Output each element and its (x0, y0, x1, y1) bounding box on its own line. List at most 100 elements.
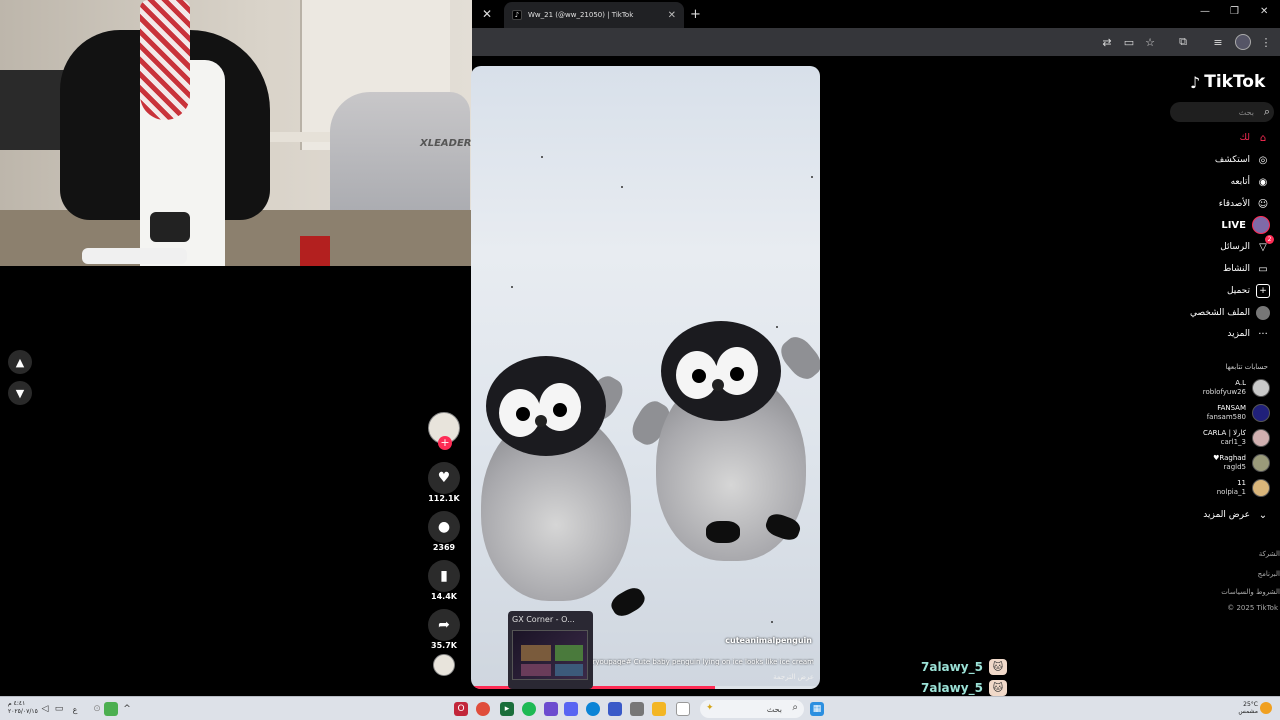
tray-overflow-icon[interactable]: ^ (120, 702, 134, 716)
chat-username: 7alawy_5 (921, 660, 983, 674)
account-username: fansam580 (1206, 413, 1246, 421)
taskbar-clock[interactable]: ٤:٤١ م ٢٠٢٥/٠٧/١٥ (8, 700, 38, 716)
video-action-column: + ♥ 112.1K ● 2369 ▮ 14.4K ➦ 35.7K (428, 412, 462, 676)
close-icon[interactable]: ✕ (476, 3, 498, 25)
previous-video-button[interactable]: ▲ (8, 350, 32, 374)
following-icon: ◉ (1258, 176, 1268, 188)
bookmark-icon: ▮ (440, 568, 448, 584)
account-username: roblofyuw26 (1202, 388, 1246, 396)
app-icon[interactable] (544, 702, 558, 716)
account-name: FANSAM (1217, 404, 1246, 412)
taskbar-weather[interactable]: 25°C مشمس (1238, 701, 1258, 715)
nav-label: الرسائل (1220, 242, 1250, 252)
penguin-foot (607, 583, 649, 621)
nav-item-more[interactable]: المزيد ··· (1227, 325, 1270, 343)
home-icon: ⌂ (1259, 132, 1267, 144)
following-account[interactable]: 11 nolpia_1 (1217, 477, 1270, 499)
footer-copyright: © 2025 TikTok (1227, 604, 1278, 612)
preview-title: GX Corner - O... (512, 615, 575, 624)
nav-item-following[interactable]: أتابعه ◉ (1231, 173, 1270, 191)
nav-item-for-you[interactable]: لك ⌂ (1240, 129, 1270, 147)
penguin-flipper (775, 331, 820, 385)
taskbar-search-input[interactable]: ✦ بحث ⌕ (700, 700, 804, 718)
opera-gx-icon[interactable]: O (454, 702, 468, 716)
sun-icon (1260, 702, 1272, 714)
spotify-icon[interactable] (522, 702, 536, 716)
sound-disc-icon[interactable] (433, 654, 455, 676)
like-button[interactable]: ♥ (428, 462, 460, 494)
new-tab-button[interactable]: + (690, 7, 701, 22)
nav-label: لك (1239, 133, 1250, 143)
nav-item-friends[interactable]: الأصدقاء ☺ (1219, 195, 1270, 213)
tray-app-icon[interactable] (104, 702, 118, 716)
clock-time: ٤:٤١ م (8, 700, 26, 707)
footer-link-company[interactable]: الشركة (1259, 550, 1280, 558)
snow-speck (771, 621, 773, 623)
language-indicator[interactable]: ع (68, 702, 82, 716)
edge-icon[interactable] (586, 702, 600, 716)
translate-icon[interactable]: ⇄ (1100, 35, 1114, 49)
tray-icon[interactable]: ⊙ (90, 702, 104, 716)
restore-icon[interactable]: ❐ (1230, 6, 1239, 17)
preview-tile (555, 664, 583, 676)
video-author-username[interactable]: cuteanimalpenguin (725, 636, 812, 645)
account-username: carl1_3 (1220, 438, 1246, 446)
browser-tab-tiktok[interactable]: ♪ Ww_21 (@ww_21050) | TikTok ✕ (504, 2, 684, 28)
reading-list-icon[interactable]: ≡ (1211, 35, 1225, 49)
snow-speck (776, 326, 778, 328)
account-name: ♥Raghad (1213, 454, 1246, 462)
see-more-accounts-button[interactable]: عرض المزيد ⌄ (1203, 506, 1270, 524)
network-icon[interactable]: ▭ (52, 702, 66, 716)
penguin-eye (516, 407, 530, 421)
following-account[interactable]: ♥Raghad ragld5 (1213, 452, 1270, 474)
file-explorer-icon[interactable] (652, 702, 666, 716)
app-icon[interactable] (676, 702, 690, 716)
nav-item-upload[interactable]: تحميل + (1227, 282, 1270, 300)
store-icon[interactable] (630, 702, 644, 716)
more-icon: ··· (1258, 328, 1268, 340)
extensions-icon[interactable]: ⧉ (1176, 35, 1190, 49)
following-account[interactable]: A.L roblofyuw26 (1203, 377, 1270, 399)
discord-icon[interactable] (564, 702, 578, 716)
chrome-icon[interactable] (476, 702, 490, 716)
volume-icon[interactable]: ◁ (38, 702, 52, 716)
nav-item-profile[interactable]: الملف الشخصي (1190, 304, 1270, 322)
share-button[interactable]: ➦ (428, 609, 460, 641)
window-close-icon[interactable]: ✕ (1260, 6, 1268, 17)
profile-avatar[interactable] (1235, 34, 1251, 50)
nav-item-explore[interactable]: استكشف ◎ (1215, 151, 1270, 169)
penguin-eye (553, 403, 567, 417)
cast-icon[interactable]: ▭ (1122, 35, 1136, 49)
nav-item-messages[interactable]: الرسائل ▽ 2 (1220, 235, 1274, 256)
footer-link-terms[interactable]: الشروط والسياسات (1221, 588, 1280, 596)
video-player[interactable]: cuteanimalpenguin viral# ... foryoupage#… (471, 66, 820, 689)
creator-avatar[interactable]: + (428, 412, 460, 450)
start-menu-icon[interactable]: ▦ (810, 702, 824, 716)
taskbar-window-preview[interactable]: GX Corner - O... (508, 611, 593, 689)
footer-link-program[interactable]: البرنامج (1258, 570, 1280, 578)
search-input[interactable]: بحث ⌕ (1170, 102, 1274, 122)
see-translation-link[interactable]: عرض الترجمة (773, 673, 814, 681)
next-video-button[interactable]: ▼ (8, 381, 32, 405)
following-account[interactable]: FANSAM fansam580 (1207, 402, 1270, 424)
bookmark-star-icon[interactable]: ☆ (1143, 35, 1157, 49)
minimize-icon[interactable]: — (1200, 6, 1210, 17)
comment-button[interactable]: ● (428, 511, 460, 543)
nav-label: النشاط (1222, 264, 1250, 274)
following-account[interactable]: CARLA | كارلا carl1_3 (1203, 427, 1270, 449)
account-avatar (1252, 429, 1270, 447)
follow-plus-icon[interactable]: + (438, 436, 452, 450)
snow-speck (541, 156, 543, 158)
app-icon[interactable] (608, 702, 622, 716)
browser-menu-icon[interactable]: ⋮ (1259, 35, 1273, 49)
preview-tile (521, 645, 551, 661)
search-icon[interactable]: ⌕ (1264, 105, 1270, 119)
taskbar-search-label: بحث (766, 704, 782, 714)
save-button[interactable]: ▮ (428, 560, 460, 592)
tab-close-icon[interactable]: ✕ (668, 10, 676, 21)
terminal-icon[interactable]: ▸ (500, 702, 514, 716)
nav-item-live[interactable]: LIVE (1221, 216, 1270, 234)
cat-emote-icon: 🐱 (988, 659, 1007, 675)
nav-item-activity[interactable]: النشاط ▭ (1223, 260, 1270, 278)
tiktok-logo[interactable]: ♪ TikTok (1190, 72, 1265, 92)
